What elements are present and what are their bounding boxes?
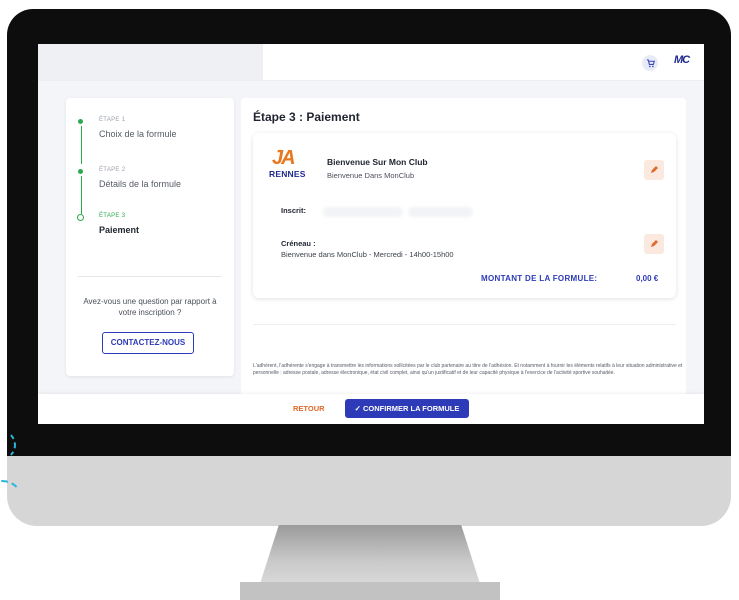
- creneau-value: Bienvenue dans MonClub - Mercredi - 14h0…: [281, 250, 454, 259]
- confirm-button[interactable]: ✓ CONFIRMER LA FORMULE: [345, 399, 469, 418]
- panel-divider: [78, 276, 222, 277]
- step-number: ÉTAPE 3: [99, 213, 126, 219]
- page-title: Étape 3 : Paiement: [253, 110, 360, 124]
- monitor-stand: [259, 525, 481, 585]
- montant-value: 0,00 €: [636, 274, 659, 283]
- pencil-icon: [651, 240, 658, 247]
- app-logo[interactable]: MC: [674, 54, 690, 66]
- summary-card: JA RENNES Bienvenue Sur Mon Club Bienven…: [253, 133, 676, 298]
- step-number: ÉTAPE 1: [99, 117, 126, 123]
- step-title: Détails de la formule: [99, 179, 182, 189]
- top-bar-shade: [38, 44, 263, 80]
- club-name: Bienvenue Sur Mon Club: [327, 157, 428, 167]
- club-subtitle: Bienvenue Dans MonClub: [327, 171, 415, 180]
- club-logo-sub: RENNES: [269, 169, 306, 179]
- step-connector: [80, 126, 82, 164]
- contact-button[interactable]: CONTACTEZ-NOUS: [102, 332, 194, 354]
- app-screen: MC ÉTAPE 1 Choix de la formule ÉTAPE 2 D…: [38, 44, 704, 424]
- monitor-base: [240, 582, 500, 600]
- help-question: Avez-vous une question par rapport à vot…: [83, 297, 217, 317]
- legal-text: L'adhérent, l'adhérente s'engage à trans…: [253, 363, 683, 377]
- content-divider: [253, 324, 676, 325]
- club-logo: JA RENNES: [269, 147, 307, 185]
- step-done-dot: [78, 169, 83, 174]
- inscrit-value-redacted: [323, 207, 403, 217]
- top-bar: MC: [38, 44, 704, 81]
- step-active-dot: [77, 214, 84, 221]
- main-panel: Étape 3 : Paiement JA RENNES Bienvenue S…: [241, 98, 686, 398]
- step-done-dot: [78, 119, 83, 124]
- step-title: Paiement: [99, 225, 140, 235]
- club-logo-text: JA: [272, 147, 296, 169]
- step-connector: [80, 176, 82, 214]
- stepper-panel: ÉTAPE 1 Choix de la formule ÉTAPE 2 Déta…: [66, 98, 234, 376]
- inscrit-value-redacted: [408, 207, 473, 217]
- pencil-icon: [651, 166, 658, 173]
- montant-label: MONTANT DE LA FORMULE:: [481, 274, 598, 283]
- edit-creneau-button[interactable]: [644, 234, 664, 254]
- monitor-chin: [7, 456, 731, 526]
- cart-icon[interactable]: [642, 55, 658, 71]
- edit-club-button[interactable]: [644, 160, 664, 180]
- step-title: Choix de la formule: [99, 129, 177, 139]
- inscrit-label: Inscrit:: [281, 206, 307, 215]
- creneau-label: Créneau :: [281, 239, 316, 248]
- back-button[interactable]: RETOUR: [293, 404, 325, 413]
- step-number: ÉTAPE 2: [99, 167, 126, 173]
- action-footer: RETOUR ✓ CONFIRMER LA FORMULE: [38, 394, 704, 424]
